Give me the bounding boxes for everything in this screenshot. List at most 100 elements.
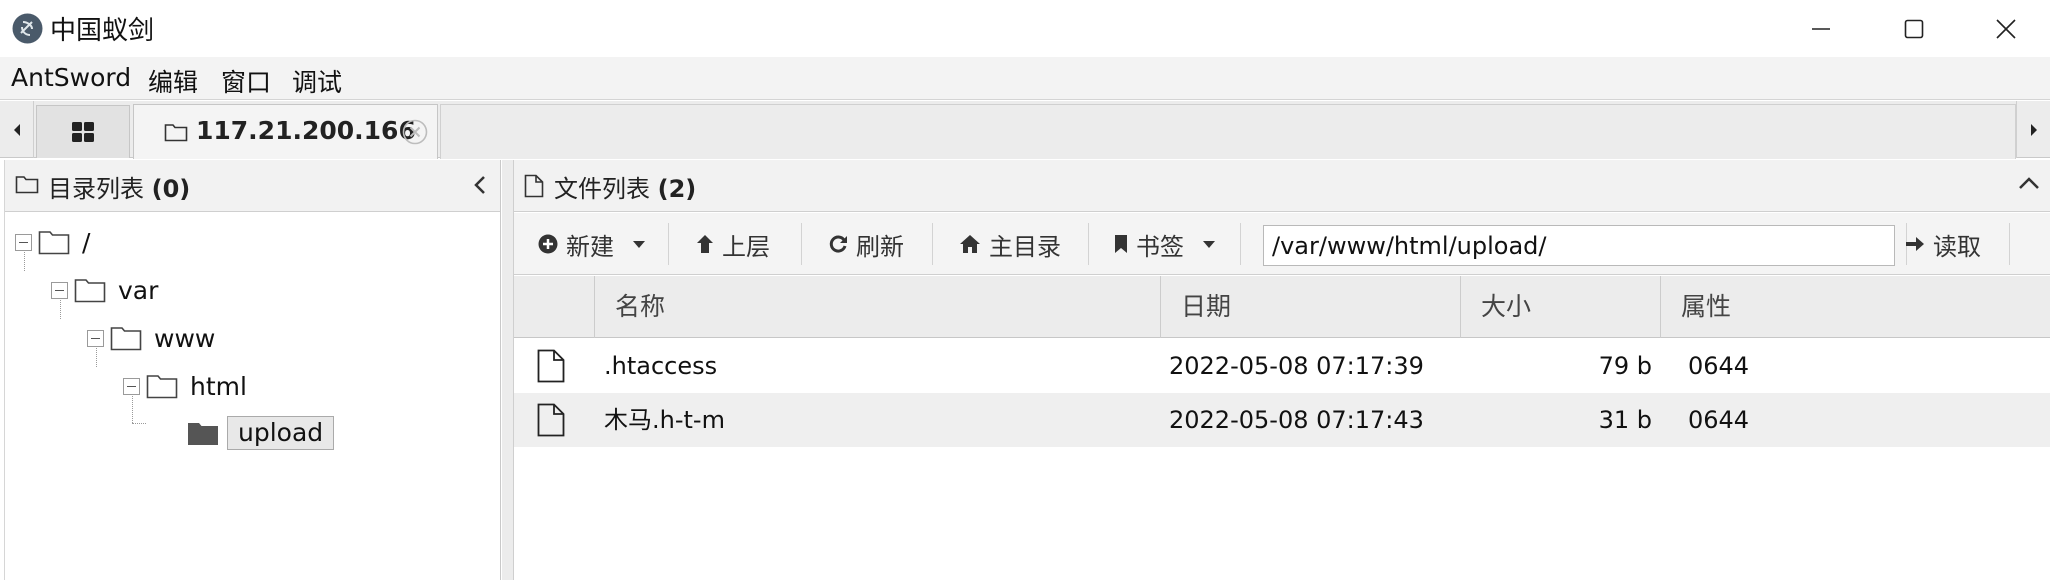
folder-outline-icon bbox=[110, 327, 142, 351]
menu-antsword[interactable]: AntSword bbox=[11, 63, 131, 92]
column-header-date[interactable]: 日期 bbox=[1160, 276, 1460, 338]
file-panel-header: 文件列表 (2) bbox=[514, 160, 2050, 212]
folder-outline-icon bbox=[164, 124, 188, 142]
arrow-right-icon bbox=[1905, 235, 1925, 253]
bookmark-label: 书签 bbox=[1136, 232, 1184, 261]
tree-node-upload[interactable]: upload bbox=[187, 416, 335, 450]
file-size: 31 b bbox=[1598, 406, 1652, 434]
toolbar-separator bbox=[2009, 223, 2010, 265]
column-header-permission[interactable]: 属性 bbox=[1660, 276, 1860, 338]
tab-shell-session[interactable]: 117.21.200.166 bbox=[133, 104, 438, 159]
file-row[interactable]: .htaccess 2022-05-08 07:17:39 79 b 0644 bbox=[514, 339, 2050, 393]
file-row[interactable]: 木马.h-t-m 2022-05-08 07:17:43 31 b 0644 bbox=[514, 393, 2050, 447]
read-button[interactable]: 读取 bbox=[1905, 223, 1981, 265]
file-icon bbox=[537, 349, 565, 383]
tree-node-html[interactable]: html bbox=[123, 369, 247, 403]
new-button[interactable]: 新建 bbox=[538, 223, 646, 265]
tab-scroll-right-button[interactable] bbox=[2016, 101, 2050, 158]
close-button[interactable] bbox=[1960, 0, 2050, 57]
file-permission: 0644 bbox=[1688, 352, 1750, 380]
tree-node-label-selected: upload bbox=[227, 416, 335, 450]
parent-dir-button[interactable]: 上层 bbox=[696, 223, 770, 265]
tab-home[interactable] bbox=[36, 105, 130, 158]
plus-circle-icon bbox=[538, 234, 558, 254]
caret-down-icon bbox=[1203, 240, 1215, 248]
window-title: 中国蚁剑 bbox=[50, 16, 155, 46]
directory-panel: 目录列表 (0) / var www html upload bbox=[4, 160, 501, 580]
refresh-icon bbox=[828, 234, 848, 254]
folder-outline-icon bbox=[15, 176, 39, 194]
toolbar-separator bbox=[932, 223, 933, 265]
folder-filled-icon bbox=[188, 423, 218, 445]
tree-collapse-toggle[interactable] bbox=[123, 377, 140, 395]
toolbar-separator bbox=[801, 223, 802, 265]
file-date: 2022-05-08 07:17:39 bbox=[1169, 352, 1424, 380]
refresh-button[interactable]: 刷新 bbox=[828, 223, 904, 265]
close-icon bbox=[1996, 18, 2016, 39]
tree-collapse-toggle[interactable] bbox=[51, 281, 68, 299]
chevron-up-icon[interactable] bbox=[2018, 175, 2040, 191]
file-icon bbox=[537, 403, 565, 437]
arrow-up-icon bbox=[696, 234, 714, 254]
file-grid-header: 名称 日期 大小 属性 bbox=[514, 276, 2050, 338]
up-label: 上层 bbox=[722, 232, 770, 261]
grid-icon bbox=[72, 122, 94, 142]
tree-node-www[interactable]: www bbox=[87, 321, 215, 355]
file-panel: 文件列表 (2) 新建 上层 刷新 主目录 书签 /var/www/html/u… bbox=[514, 160, 2050, 580]
tab-strip: 117.21.200.166 bbox=[0, 101, 2050, 159]
caret-right-icon bbox=[2030, 123, 2037, 136]
tree-node-var[interactable]: var bbox=[51, 273, 158, 307]
menu-edit[interactable]: 编辑 bbox=[148, 63, 198, 99]
maximize-icon bbox=[1904, 19, 1924, 38]
file-name: .htaccess bbox=[604, 352, 718, 380]
file-permission: 0644 bbox=[1688, 406, 1750, 434]
new-label: 新建 bbox=[566, 232, 614, 261]
tree-node-root[interactable]: / bbox=[15, 225, 90, 259]
menu-bar: AntSword 编辑 窗口 调试 bbox=[0, 57, 2050, 100]
tree-node-label: www bbox=[154, 323, 216, 353]
read-label: 读取 bbox=[1933, 232, 1981, 261]
menu-debug[interactable]: 调试 bbox=[292, 63, 342, 99]
file-size: 79 b bbox=[1598, 352, 1652, 380]
bookmark-icon bbox=[1114, 234, 1128, 254]
folder-outline-icon bbox=[146, 375, 178, 399]
caret-left-icon bbox=[13, 123, 20, 136]
panel-splitter[interactable] bbox=[502, 160, 514, 580]
toolbar-separator bbox=[668, 223, 669, 265]
directory-panel-header: 目录列表 (0) bbox=[5, 160, 500, 212]
tab-label: 117.21.200.166 bbox=[196, 116, 416, 145]
caret-down-icon bbox=[633, 240, 645, 248]
tree-node-label: var bbox=[118, 275, 159, 305]
refresh-label: 刷新 bbox=[856, 232, 904, 261]
tree-node-label: html bbox=[190, 371, 247, 401]
tab-scroll-left-button[interactable] bbox=[0, 101, 34, 158]
menu-window[interactable]: 窗口 bbox=[221, 63, 271, 99]
folder-outline-icon bbox=[38, 231, 70, 255]
tree-connector bbox=[132, 423, 146, 424]
minimize-button[interactable] bbox=[1775, 0, 1867, 57]
folder-outline-icon bbox=[74, 279, 106, 303]
tree-collapse-toggle[interactable] bbox=[15, 233, 32, 251]
home-icon bbox=[959, 234, 981, 254]
file-outline-icon bbox=[524, 174, 544, 198]
tree-node-label: / bbox=[82, 227, 91, 257]
tab-close-icon[interactable] bbox=[402, 119, 428, 145]
column-header-size[interactable]: 大小 bbox=[1460, 276, 1660, 338]
toolbar-separator bbox=[1088, 223, 1089, 265]
file-toolbar: 新建 上层 刷新 主目录 书签 /var/www/html/upload/ 读取 bbox=[514, 213, 2050, 275]
column-header-name[interactable]: 名称 bbox=[594, 276, 1160, 338]
directory-panel-title: 目录列表 (0) bbox=[48, 175, 191, 203]
toolbar-separator bbox=[1240, 223, 1241, 265]
title-bar: 中国蚁剑 bbox=[0, 0, 2050, 57]
tree-collapse-toggle[interactable] bbox=[87, 329, 104, 347]
file-name: 木马.h-t-m bbox=[604, 406, 725, 434]
path-input[interactable] bbox=[1263, 225, 1895, 266]
column-header-icon bbox=[514, 276, 594, 338]
chevron-left-icon[interactable] bbox=[472, 175, 488, 195]
file-panel-title: 文件列表 (2) bbox=[554, 175, 697, 203]
bookmark-button[interactable]: 书签 bbox=[1114, 223, 1216, 265]
antsword-logo-icon bbox=[12, 13, 43, 44]
minimize-icon bbox=[1812, 27, 1830, 30]
maximize-button[interactable] bbox=[1868, 0, 1960, 57]
home-dir-button[interactable]: 主目录 bbox=[959, 223, 1061, 265]
